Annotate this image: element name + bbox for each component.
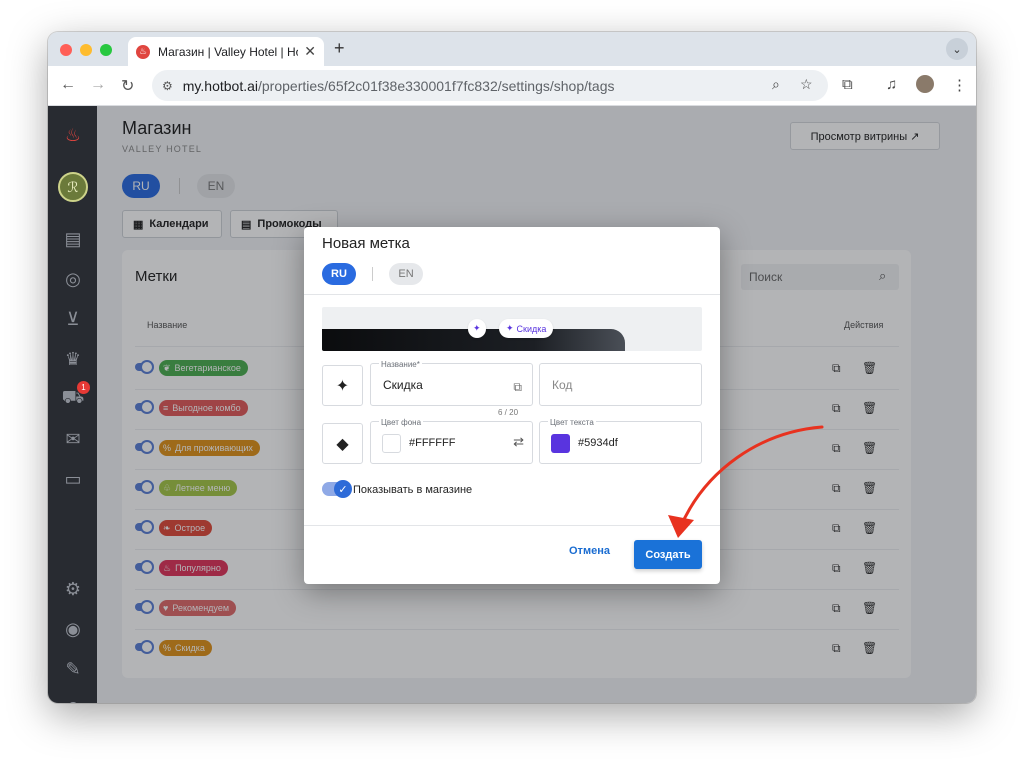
text-color-field[interactable]: Цвет текста #5934df	[539, 418, 702, 464]
pencil-icon[interactable]: ✎	[60, 656, 86, 682]
code-placeholder: Код	[552, 378, 573, 392]
divider	[304, 294, 720, 295]
inbox-icon[interactable]: ⊻	[60, 306, 86, 332]
dialog-title: Новая метка	[322, 235, 410, 252]
dialog-lang-ru-button[interactable]: RU	[322, 263, 356, 285]
name-value: Скидка	[383, 378, 423, 392]
tab-bar: ♨ Магазин | Valley Hotel | Hotb… ✕ + ⌄	[48, 32, 976, 66]
minimize-window-button[interactable]	[80, 44, 92, 56]
tag-icon-picker[interactable]: ✦	[322, 365, 363, 406]
settings-gear-icon[interactable]: ⚙	[60, 576, 86, 602]
new-tab-button[interactable]: +	[334, 38, 345, 59]
site-settings-icon[interactable]: ⚙	[162, 79, 173, 93]
translate-icon[interactable]: ⧉	[513, 380, 522, 395]
text-color-label: Цвет текста	[548, 418, 596, 427]
bg-color-swatch[interactable]	[382, 434, 401, 453]
help-icon[interactable]: ?	[60, 696, 86, 704]
profile-avatar[interactable]	[916, 75, 934, 93]
cancel-button[interactable]: Отмена	[569, 545, 610, 557]
crown-icon[interactable]: ♛	[60, 346, 86, 372]
sparkle-icon: ✦	[473, 323, 481, 333]
url-input[interactable]: ⚙ my.hotbot.ai/properties/65f2c01f38e330…	[152, 70, 828, 101]
extensions-icon[interactable]: ⧉	[842, 76, 853, 93]
show-in-shop-toggle[interactable]: ✓	[322, 480, 352, 498]
check-icon: ✓	[334, 480, 352, 498]
dialog-lang-divider	[372, 267, 373, 281]
name-field[interactable]: Название* Скидка ⧉	[370, 360, 533, 406]
address-bar: ← → ↻ ⚙ my.hotbot.ai/properties/65f2c01f…	[48, 66, 976, 106]
media-icon[interactable]: ♫	[886, 76, 897, 93]
forward-icon[interactable]: →	[90, 76, 106, 94]
new-tag-dialog: Новая метка RU EN ✦ ✦ Скидка ✦ Название* …	[304, 227, 720, 584]
preview-tag-label: Скидка	[516, 323, 547, 334]
paint-bucket-icon: ◆	[336, 435, 349, 453]
bg-color-label: Цвет фона	[379, 418, 424, 427]
bookmark-star-icon[interactable]: ☆	[800, 76, 813, 93]
zoom-window-button[interactable]	[100, 44, 112, 56]
sparkle-icon: ✦	[506, 323, 514, 333]
swap-colors-icon[interactable]: ⇄	[513, 434, 524, 450]
name-counter: 6 / 20	[498, 408, 519, 417]
chat-icon[interactable]: ▭	[60, 466, 86, 492]
app-sidebar: ♨ ℛ ▤ ◎ ⊻ ♛ ⛟ 1 ✉ ▭ ⚙ ◉ ✎ ?	[48, 106, 97, 703]
text-color-swatch[interactable]	[551, 434, 570, 453]
flame-icon: ♨	[136, 44, 150, 59]
sparkle-icon: ✦	[335, 377, 350, 395]
tab-title: Магазин | Valley Hotel | Hotb…	[158, 44, 298, 59]
code-input[interactable]: Код	[539, 363, 702, 406]
name-label: Название*	[379, 360, 422, 369]
preview-sparkle-pill: ✦	[468, 319, 486, 338]
back-icon[interactable]: ←	[60, 76, 76, 94]
dialog-lang-en-button[interactable]: EN	[389, 263, 423, 285]
hotbot-logo-icon[interactable]: ♨	[60, 122, 86, 148]
tag-preview: ✦ ✦ Скидка	[322, 307, 702, 351]
tab-search-chevron-icon[interactable]: ⌄	[946, 38, 968, 60]
preview-tag-pill: ✦ Скидка	[499, 319, 554, 338]
reload-icon[interactable]: ↻	[121, 76, 134, 96]
color-fill-icon-button[interactable]: ◆	[322, 423, 363, 464]
more-menu-icon[interactable]: ⋮	[952, 76, 967, 94]
url-domain: my.hotbot.ai	[182, 77, 258, 94]
cart-badge: 1	[77, 381, 90, 394]
analytics-icon[interactable]: ▤	[60, 226, 86, 252]
create-button[interactable]: Создать	[634, 540, 702, 569]
close-window-button[interactable]	[60, 44, 72, 56]
close-tab-icon[interactable]: ✕	[304, 43, 316, 60]
hotel-avatar[interactable]: ℛ	[58, 172, 88, 202]
zoom-icon[interactable]: ⌕	[772, 76, 780, 93]
divider	[304, 525, 720, 526]
user-icon[interactable]: ◉	[60, 616, 86, 642]
url-path: /properties/65f2c01f38e330001f7fc832/set…	[258, 77, 615, 94]
bg-color-value: #FFFFFF	[409, 437, 456, 449]
check-circle-icon[interactable]: ◎	[60, 266, 86, 292]
send-mail-icon[interactable]: ✉	[60, 426, 86, 452]
browser-tab[interactable]: ♨ Магазин | Valley Hotel | Hotb… ✕	[128, 37, 324, 66]
show-in-shop-label: Показывать в магазине	[353, 484, 473, 496]
text-color-value: #5934df	[578, 437, 618, 449]
background-color-field[interactable]: Цвет фона #FFFFFF ⇄	[370, 418, 533, 464]
